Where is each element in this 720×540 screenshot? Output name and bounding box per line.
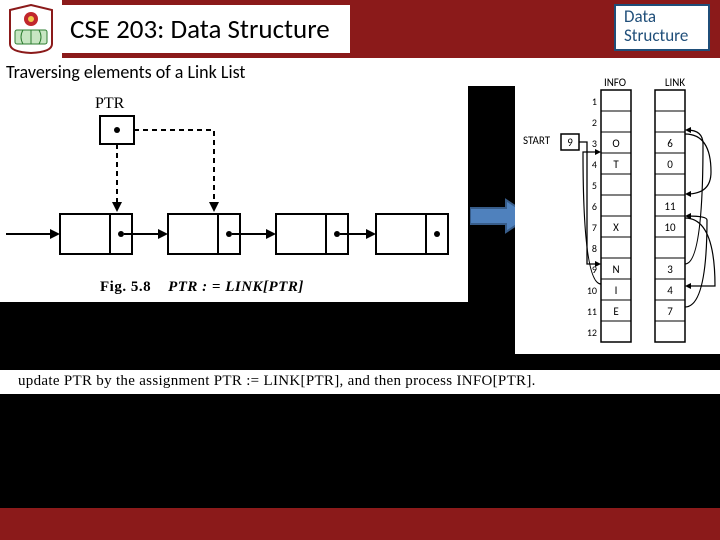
figure-number: Fig. 5.8 (100, 279, 151, 295)
row-index: 5 (592, 179, 597, 192)
info-cell: I (615, 284, 618, 297)
link-cell: 0 (667, 158, 673, 171)
link-cell: 3 (667, 263, 673, 276)
link-cell: 7 (667, 305, 673, 318)
university-logo-icon (9, 4, 53, 54)
array-table-figure: INFO LINK START 9 123O64T056117X1089N310… (515, 64, 720, 354)
figure-expression: PTR : = LINK[PTR] (168, 279, 304, 295)
row-index: 6 (592, 200, 597, 213)
link-cell: 10 (664, 221, 676, 234)
info-cell: X (613, 221, 619, 234)
start-label: START (523, 134, 551, 147)
row-index: 7 (592, 221, 597, 234)
link-header: LINK (665, 76, 685, 89)
row-index: 2 (592, 116, 597, 129)
ptr-label: PTR (95, 95, 125, 112)
slide-subtitle: Traversing elements of a Link List (6, 61, 245, 83)
topic-badge: Data Structure (614, 4, 710, 51)
badge-line2: Structure (624, 27, 700, 46)
link-cell: 11 (664, 200, 676, 213)
row-index: 12 (587, 326, 597, 339)
footer-bar (0, 508, 720, 540)
row-index: 10 (587, 284, 597, 297)
link-cell: 4 (667, 284, 673, 297)
figure-caption: Fig. 5.8 PTR : = LINK[PTR] (100, 279, 304, 296)
info-cell: N (612, 263, 619, 276)
start-value: 9 (567, 136, 573, 149)
row-index: 11 (587, 305, 597, 318)
logo-area (0, 0, 62, 58)
info-cell: O (612, 137, 619, 150)
linked-list-figure: PTR (0, 86, 468, 302)
row-index: 4 (592, 158, 597, 171)
link-cell: 6 (667, 137, 673, 150)
row-index: 8 (592, 242, 597, 255)
title-area: CSE 203: Data Structure (62, 5, 350, 53)
algorithm-step-text: update PTR by the assignment PTR := LINK… (0, 370, 720, 394)
badge-line1: Data (624, 8, 700, 27)
row-index: 3 (592, 137, 597, 150)
info-header: INFO (604, 76, 626, 89)
row-index: 1 (592, 95, 597, 108)
header-bar: CSE 203: Data Structure Data Structure (0, 0, 720, 58)
info-cell: E (613, 305, 618, 318)
info-cell: T (613, 158, 619, 171)
course-title: CSE 203: Data Structure (70, 13, 330, 46)
